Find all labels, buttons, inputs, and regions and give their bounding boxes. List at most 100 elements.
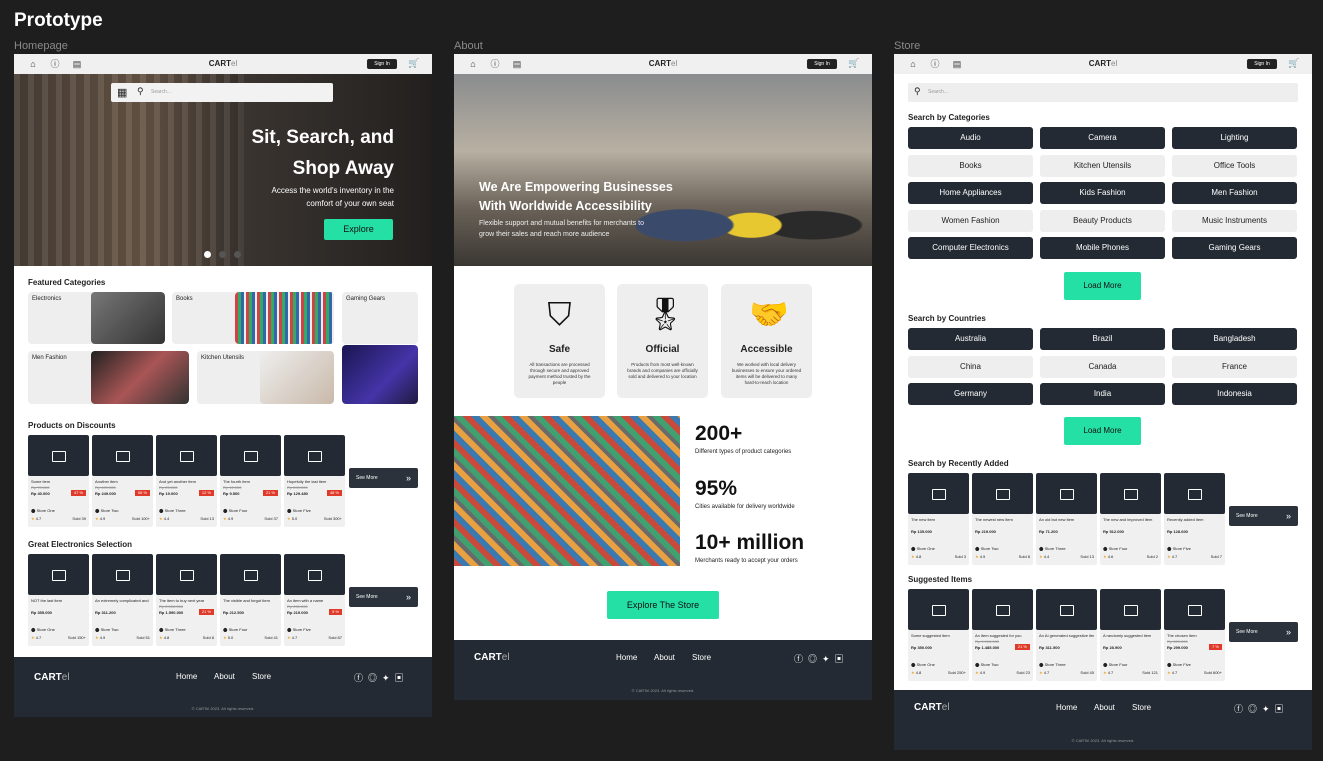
footer-brand[interactable]: CARTel [914,702,950,713]
product-card[interactable]: The new and improved item Rp 512.000 ⬤ Sto… [1100,473,1161,565]
country-button[interactable]: France [1172,355,1297,378]
country-button[interactable]: Australia [908,328,1033,350]
footer-link-about[interactable]: About [214,672,235,681]
explore-store-button[interactable]: Explore The Store [607,591,719,619]
search-bar[interactable]: ▦ ⚲ Search... [111,83,333,102]
store-icon[interactable]: ▤ [512,59,522,69]
footer-link-home[interactable]: Home [616,653,637,662]
see-more-button[interactable]: See More» [1229,506,1298,526]
product-card[interactable]: The chosen item Rp 329.000 Rp 299.000 7 % ⬤ … [1164,589,1225,681]
grid-menu-icon[interactable]: ▦ [117,86,127,99]
category-button[interactable]: Lighting [1172,127,1297,149]
product-card[interactable]: An AI generated suggestive item Rp 311.50… [1036,589,1097,681]
category-button[interactable]: Gaming Gears [1172,237,1297,259]
search-input[interactable]: Search... [151,89,171,95]
product-card[interactable]: And yet another item Rp 25.000 Rp 19.000 12… [156,435,217,527]
store-icon[interactable]: ▤ [72,59,82,69]
product-card[interactable]: The item to buy next year Rp 2.000.000 Rp … [156,554,217,646]
category-button[interactable]: Kids Fashion [1040,182,1165,204]
footer-link-store[interactable]: Store [1132,703,1151,712]
product-card[interactable]: A randomly suggested item Rp 28.900 ⬤ Stor… [1100,589,1161,681]
footer-link-about[interactable]: About [654,653,675,662]
home-icon[interactable]: ⌂ [908,59,918,69]
carousel-dot-active[interactable] [204,251,211,258]
footer-link-home[interactable]: Home [176,672,197,681]
category-button[interactable]: Men Fashion [1172,182,1297,204]
social-icons[interactable]: ⓕ◎✦▣ [1234,702,1289,715]
country-button[interactable]: Brazil [1040,328,1165,350]
product-card[interactable]: The newest new item Rp 219.000 ⬤ Store Two… [972,473,1033,565]
featured-electronics[interactable]: Electronics [28,292,165,344]
country-button[interactable]: China [908,355,1033,378]
see-more-button[interactable]: See More» [349,587,418,607]
product-card[interactable]: Recently added item Rp 128.600 ⬤ Store Fiv… [1164,473,1225,565]
search-input[interactable]: Search... [928,89,948,95]
social-icons[interactable]: ⓕ◎✦▣ [354,671,409,684]
category-button[interactable]: Books [908,154,1033,177]
info-icon[interactable]: ⓘ [930,59,940,69]
store-icon[interactable]: ▤ [952,59,962,69]
product-card[interactable]: An item with a name Rp 230.000 Rp 219.000 5… [284,554,345,646]
store-search-bar[interactable]: ⚲ Search... [908,83,1298,102]
cart-icon[interactable]: 🛒 [1288,58,1299,69]
info-icon[interactable]: ⓘ [490,59,500,69]
featured-men-fashion[interactable]: Men Fashion [28,351,189,404]
see-more-button[interactable]: See More» [1229,622,1298,642]
home-icon[interactable]: ⌂ [28,59,38,69]
see-more-button[interactable]: See More» [349,468,418,488]
category-button[interactable]: Camera [1040,127,1165,149]
product-card[interactable]: An item suggested for you Rp 1.900.000 Rp … [972,589,1033,681]
footer-link-home[interactable]: Home [1056,703,1077,712]
signin-button[interactable]: Sign In [807,59,837,69]
carousel-dot[interactable] [219,251,226,258]
product-card[interactable]: An extremely complicated and long-named … [92,554,153,646]
country-button[interactable]: Indonesia [1172,383,1297,405]
carousel-dot[interactable] [234,251,241,258]
info-icon[interactable]: ⓘ [50,59,60,69]
signin-button[interactable]: Sign In [367,59,397,69]
featured-gaming-gears[interactable]: Gaming Gears [342,292,418,344]
category-button[interactable]: Music Instruments [1172,209,1297,232]
category-button[interactable]: Kitchen Utensils [1040,154,1165,177]
product-card[interactable]: The fourth item Rp 12.000 Rp 9.500 21 % ⬤ St… [220,435,281,527]
category-button[interactable]: Computer Electronics [908,237,1033,259]
explore-button[interactable]: Explore [324,219,393,240]
category-button[interactable]: Mobile Phones [1040,237,1165,259]
product-card[interactable]: Some item Rp 70.000 Rp 40.000 47 % ⬤ Store O… [28,435,89,527]
footer-brand[interactable]: CARTel [474,652,510,663]
product-card[interactable]: NOT the last item Rp 355.000 ⬤ Store One ★ … [28,554,89,646]
copyright: © CARTel 2023. All rights reserved. [1071,738,1135,743]
brand-logo[interactable]: CARTel [209,59,237,68]
featured-kitchen-utensils[interactable]: Kitchen Utensils [197,351,334,404]
category-button[interactable]: Office Tools [1172,154,1297,177]
home-icon[interactable]: ⌂ [468,59,478,69]
footer-brand[interactable]: CARTel [34,672,70,683]
footer-link-store[interactable]: Store [252,672,271,681]
country-button[interactable]: Germany [908,383,1033,405]
country-button[interactable]: Bangladesh [1172,328,1297,350]
footer-link-store[interactable]: Store [692,653,711,662]
signin-button[interactable]: Sign In [1247,59,1277,69]
social-icons[interactable]: ⓕ◎✦▣ [794,652,849,665]
brand-logo[interactable]: CARTel [1089,59,1117,68]
category-button[interactable]: Women Fashion [908,209,1033,232]
about-hero-subtitle: Flexible support and mutual benefits for… [479,220,644,238]
product-card[interactable]: Hopefully the last item Rp 249.000 Rp 129.… [284,435,345,527]
product-card[interactable]: The visible and forgot item Rp 212.500 ⬤ S… [220,554,281,646]
product-card[interactable]: The new item Rp 135.000 ⬤ Store One ★ 4.8 So… [908,473,969,565]
category-button[interactable]: Audio [908,127,1033,149]
brand-logo[interactable]: CARTel [649,59,677,68]
country-button[interactable]: Canada [1040,355,1165,378]
product-card[interactable]: An old but new item Rp 71.200 ⬤ Store Thre… [1036,473,1097,565]
load-more-countries-button[interactable]: Load More [1064,417,1141,445]
category-button[interactable]: Beauty Products [1040,209,1165,232]
load-more-categories-button[interactable]: Load More [1064,272,1141,300]
featured-books[interactable]: Books [172,292,334,344]
cart-icon[interactable]: 🛒 [408,58,419,69]
product-card[interactable]: Some suggested item Rp 350.000 ⬤ Store One… [908,589,969,681]
category-button[interactable]: Home Appliances [908,182,1033,204]
country-button[interactable]: India [1040,383,1165,405]
footer-link-about[interactable]: About [1094,703,1115,712]
product-card[interactable]: Another item Rp 409.000 Rp 249.000 55 % ⬤ St… [92,435,153,527]
cart-icon[interactable]: 🛒 [848,58,859,69]
